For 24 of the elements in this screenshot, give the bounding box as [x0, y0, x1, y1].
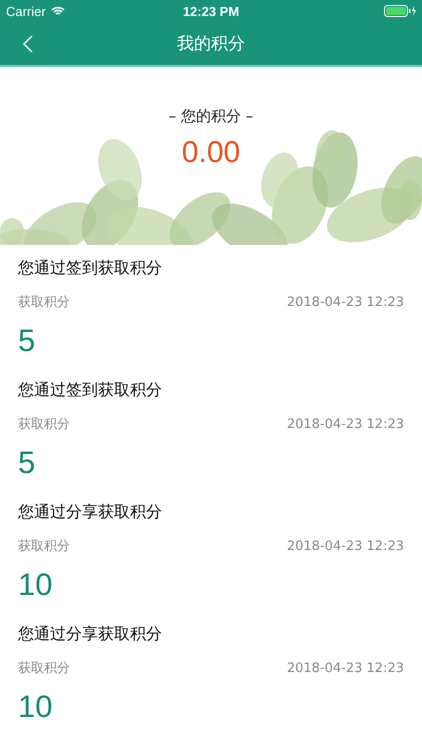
points-total: 0.00	[182, 136, 240, 170]
record-title: 您通过分享获取积分	[18, 501, 163, 523]
page-title: 我的积分	[177, 33, 245, 55]
record-label: 获取积分	[18, 294, 70, 311]
record-label: 获取积分	[18, 538, 70, 555]
carrier-text: Carrier	[6, 4, 46, 18]
record-label: 获取积分	[18, 660, 70, 677]
record-time: 2018-04-23 12:23	[286, 295, 404, 310]
record-label: 获取积分	[18, 416, 70, 433]
back-icon[interactable]	[22, 34, 34, 54]
record-time: 2018-04-23 12:23	[286, 661, 404, 676]
wifi-icon	[50, 6, 65, 16]
points-label: – 您的积分 –	[168, 107, 254, 126]
battery-icon	[384, 5, 416, 17]
record-points: 5	[18, 323, 36, 359]
record-points: 10	[18, 567, 52, 603]
record-time: 2018-04-23 12:23	[286, 539, 404, 554]
record-points: 5	[18, 445, 36, 481]
record-points: 10	[18, 689, 52, 725]
status-time: 12:23 PM	[182, 4, 240, 18]
record-title: 您通过分享获取积分	[18, 623, 163, 645]
record-title: 您通过签到获取积分	[18, 257, 163, 279]
record-time: 2018-04-23 12:23	[286, 417, 404, 432]
record-title: 您通过签到获取积分	[18, 379, 163, 401]
